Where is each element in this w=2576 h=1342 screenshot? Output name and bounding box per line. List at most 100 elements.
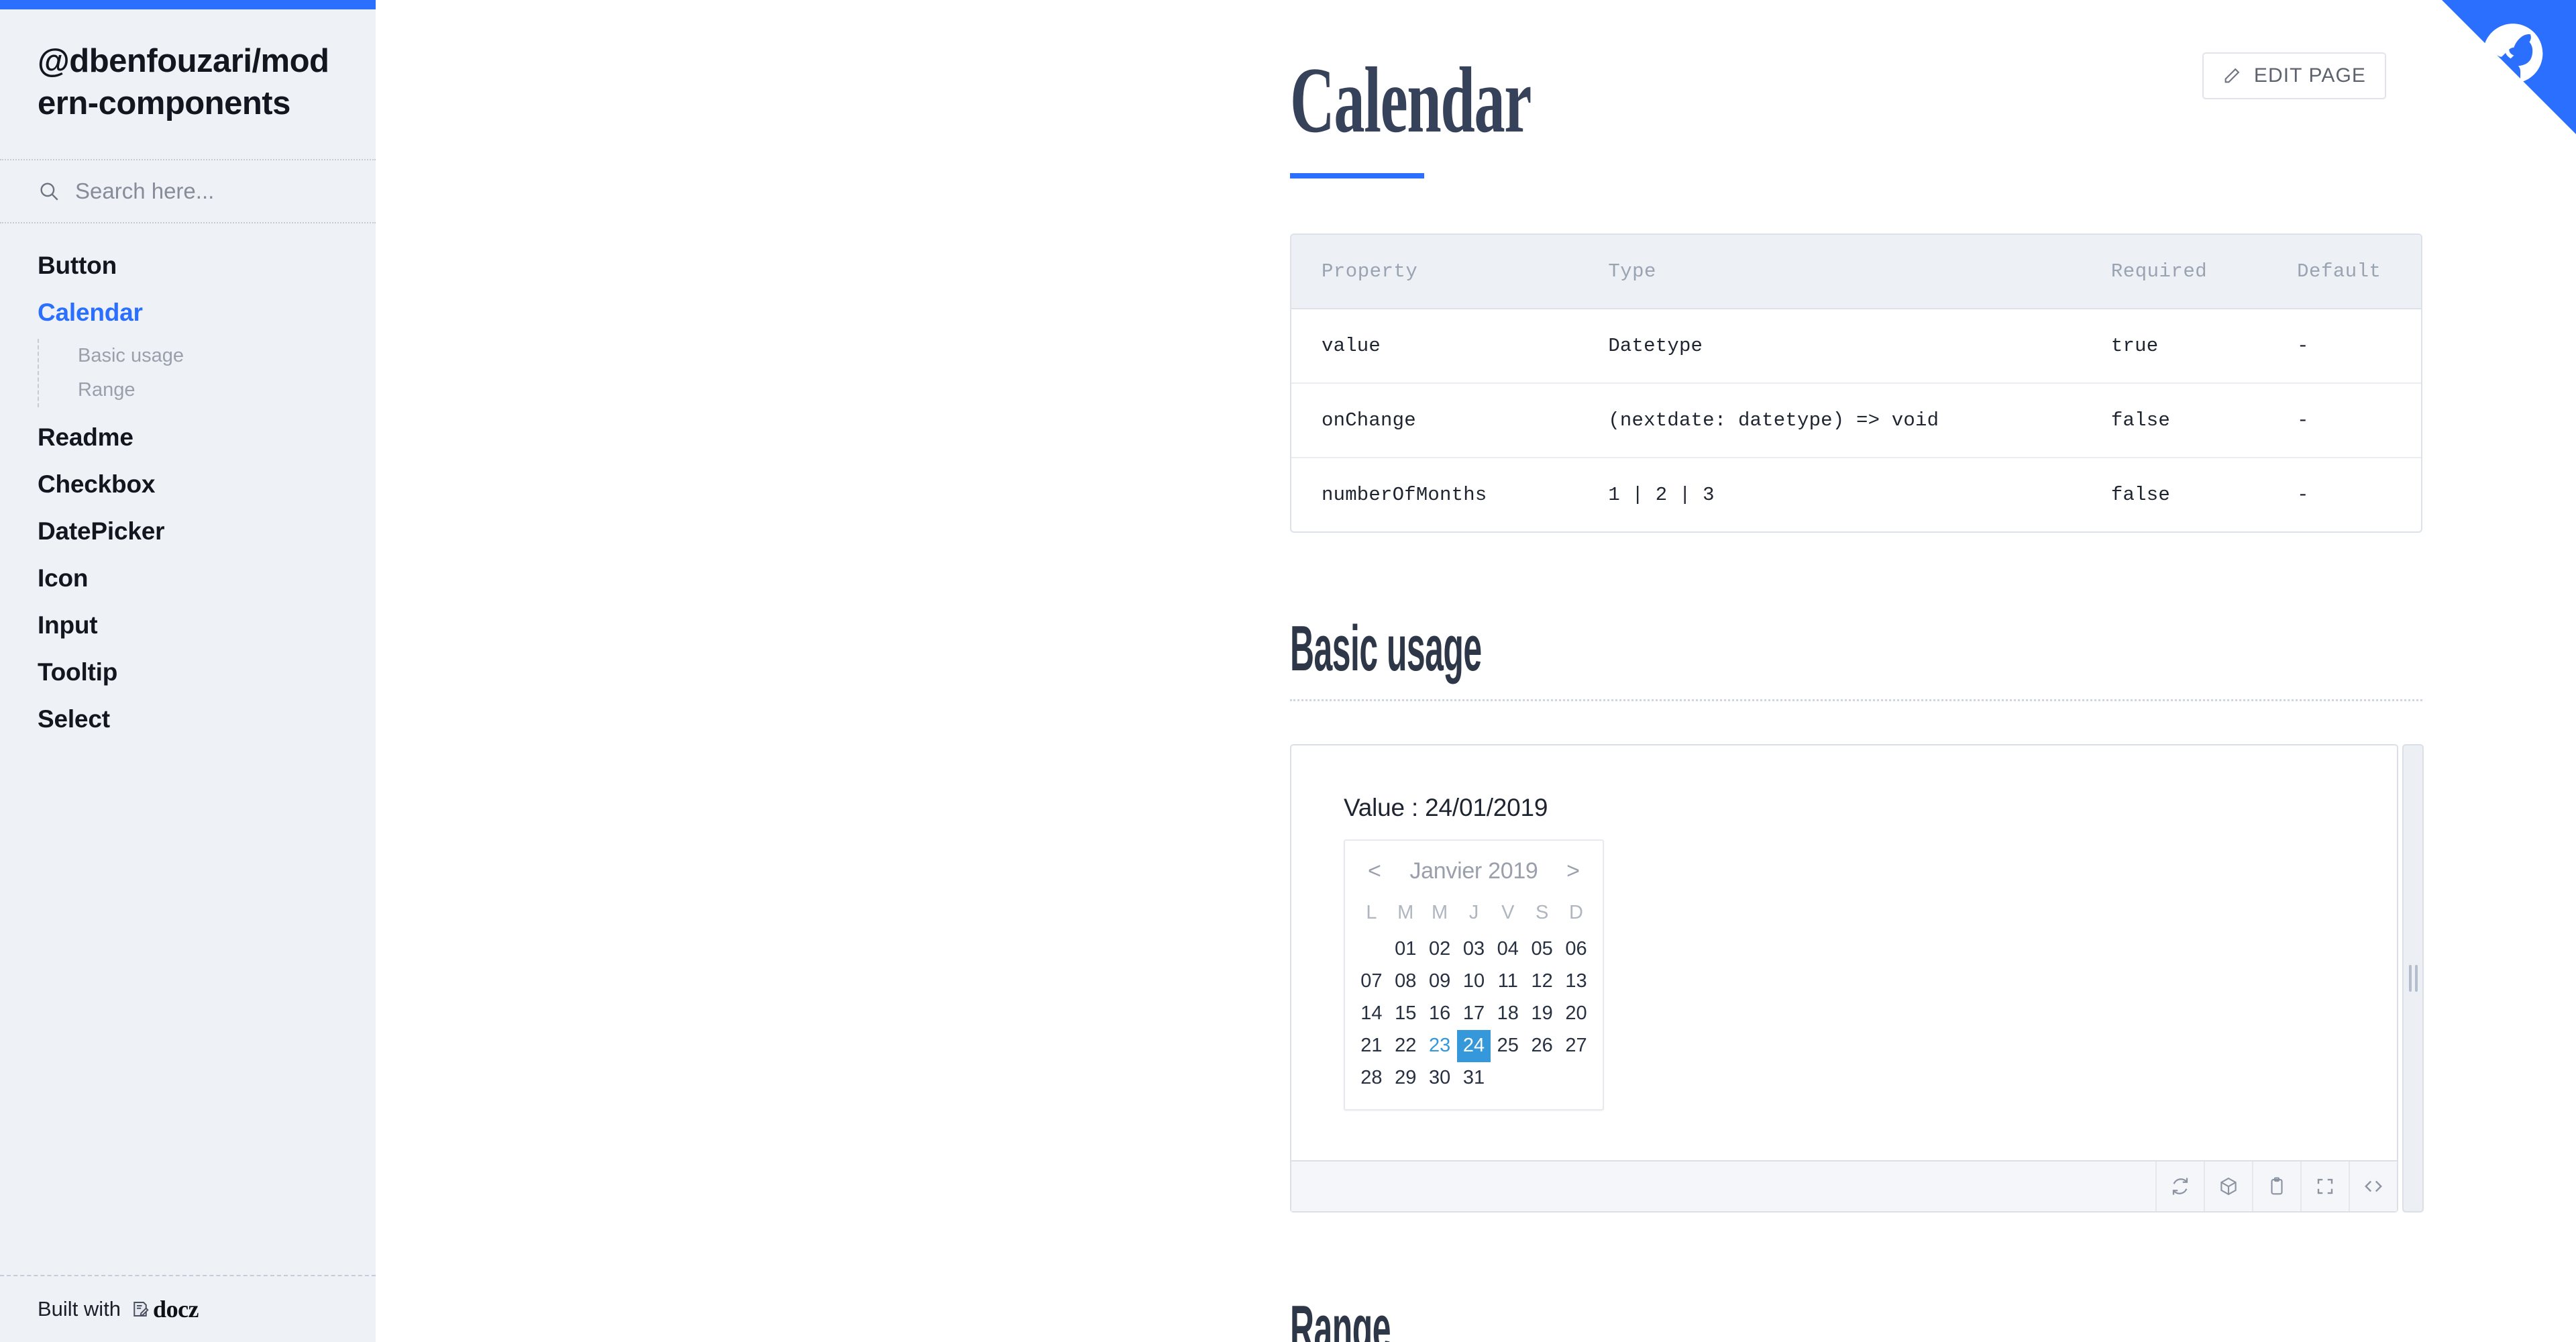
calendar-day[interactable]: 29 <box>1389 1062 1423 1094</box>
sidebar-subitem-range[interactable]: Range <box>78 373 376 407</box>
calendar-day[interactable]: 05 <box>1525 933 1559 966</box>
doc-body: Calendar Property Type Required Default … <box>376 0 2576 1342</box>
calendar-day[interactable]: 09 <box>1423 966 1457 998</box>
props-table: Property Type Required Default value Dat… <box>1290 234 2422 533</box>
column-header-type: Type <box>1608 235 2111 309</box>
project-title: @dbenfouzari/modern-components <box>38 43 329 121</box>
column-header-property: Property <box>1291 235 1609 309</box>
cell-required: false <box>2110 484 2170 506</box>
built-with-label: Built with <box>38 1297 121 1321</box>
calendar-day[interactable]: 10 <box>1457 966 1491 998</box>
calendar-month-label: Janvier 2019 <box>1409 858 1538 884</box>
sidebar-nav: Button Calendar Basic usage Range Readme… <box>0 223 376 1275</box>
section-title-basic-usage: Basic usage <box>1290 613 1482 684</box>
calendar-day[interactable]: 27 <box>1559 1030 1593 1062</box>
codesandbox-cube-icon[interactable] <box>2204 1161 2252 1211</box>
table-row: onChange (nextdate: datetype) => void fa… <box>1291 384 2421 458</box>
calendar-day-selected[interactable]: 24 <box>1456 1029 1491 1062</box>
calendar-weekday-row: L M M J V S D <box>1354 896 1593 933</box>
calendar-day[interactable]: 04 <box>1491 933 1525 966</box>
calendar-day[interactable]: 11 <box>1491 966 1525 998</box>
search-icon <box>38 180 60 203</box>
playground-preview: Value : 24/01/2019 < Janvier 2019 > L M … <box>1291 745 2397 1160</box>
sidebar-item-button[interactable]: Button <box>0 242 376 289</box>
calendar-day[interactable]: 03 <box>1457 933 1491 966</box>
calendar-day[interactable]: 08 <box>1389 966 1423 998</box>
sidebar-subitem-basic-usage[interactable]: Basic usage <box>78 339 376 373</box>
calendar-day[interactable]: 22 <box>1389 1030 1423 1062</box>
calendar-day-today[interactable]: 23 <box>1423 1030 1457 1062</box>
calendar-weekday-head: L M M J V S D <box>1354 896 1593 933</box>
calendar-day[interactable]: 30 <box>1423 1062 1457 1094</box>
calendar-week-row: 07 08 09 10 11 12 13 <box>1354 966 1593 998</box>
table-row: numberOfMonths 1 | 2 | 3 false - <box>1291 458 2421 531</box>
calendar-day[interactable]: 18 <box>1491 998 1525 1030</box>
calendar-day[interactable]: 31 <box>1457 1062 1491 1094</box>
calendar-day[interactable]: 17 <box>1457 998 1491 1030</box>
sidebar-item-input[interactable]: Input <box>0 602 376 649</box>
cell-type: (nextdate: datetype) => void <box>1608 384 2111 458</box>
section-title-range: Range <box>1290 1292 1391 1342</box>
sidebar-item-datepicker[interactable]: DatePicker <box>0 508 376 555</box>
cell-type: 1 | 2 | 3 <box>1608 484 1715 506</box>
calendar-day-empty <box>1354 933 1389 966</box>
calendar-header: < Janvier 2019 > <box>1354 853 1593 896</box>
calendar-prev-month-button[interactable]: < <box>1365 860 1384 882</box>
docz-documentation-page: @dbenfouzari/modern-components Button Ca… <box>0 0 2576 1342</box>
weekday-label: M <box>1432 901 1448 923</box>
sidebar-item-readme[interactable]: Readme <box>0 414 376 461</box>
page-title: Calendar <box>1290 48 1532 152</box>
weekday-label: S <box>1535 901 1549 923</box>
search-input[interactable] <box>75 178 338 205</box>
code-brackets-icon[interactable] <box>2349 1161 2397 1211</box>
search-container[interactable] <box>0 159 376 224</box>
calendar-day[interactable]: 01 <box>1389 933 1423 966</box>
calendar-next-month-button[interactable]: > <box>1564 860 1582 882</box>
weekday-label: L <box>1366 901 1377 923</box>
docz-logo[interactable]: docz <box>130 1295 199 1323</box>
maximize-icon[interactable] <box>2300 1161 2349 1211</box>
calendar-day[interactable]: 12 <box>1525 966 1559 998</box>
calendar-widget[interactable]: < Janvier 2019 > L M M J V S D 01 02 03 … <box>1344 839 1604 1111</box>
column-header-required: Required <box>2110 235 2298 309</box>
calendar-grid: L M M J V S D 01 02 03 04 05 06 07 08 09… <box>1354 896 1593 1094</box>
calendar-day[interactable]: 28 <box>1354 1062 1389 1094</box>
table-row: value Datetype true - <box>1291 309 2421 384</box>
calendar-day[interactable]: 21 <box>1354 1030 1389 1062</box>
cell-default: - <box>2297 309 2421 384</box>
cell-property: onChange <box>1291 384 1609 458</box>
calendar-day[interactable]: 25 <box>1491 1030 1525 1062</box>
calendar-day[interactable]: 16 <box>1423 998 1457 1030</box>
calendar-day-empty <box>1525 1062 1559 1094</box>
demo-value-label: Value : 24/01/2019 <box>1344 793 1548 821</box>
calendar-day[interactable]: 15 <box>1389 998 1423 1030</box>
calendar-day[interactable]: 26 <box>1525 1030 1559 1062</box>
cell-required: false <box>2110 384 2298 458</box>
github-corner-icon[interactable] <box>2442 0 2576 134</box>
calendar-day[interactable]: 07 <box>1354 966 1389 998</box>
calendar-day-empty <box>1559 1062 1593 1094</box>
sidebar-subnav-calendar: Basic usage Range <box>38 339 376 408</box>
calendar-day[interactable]: 02 <box>1423 933 1457 966</box>
calendar-week-row: 28 29 30 31 <box>1354 1062 1593 1094</box>
calendar-week-row: 21 22 23 24 25 26 27 <box>1354 1029 1593 1062</box>
calendar-day[interactable]: 19 <box>1525 998 1559 1030</box>
playground-resize-handle[interactable] <box>2402 743 2424 1212</box>
sidebar-item-checkbox[interactable]: Checkbox <box>0 461 376 508</box>
column-header-default: Default <box>2297 235 2421 309</box>
clipboard-icon[interactable] <box>2252 1161 2300 1211</box>
cell-type: Datetype <box>1608 309 2111 384</box>
resize-grip-bar <box>2414 964 2418 992</box>
calendar-day[interactable]: 14 <box>1354 998 1389 1030</box>
refresh-icon[interactable] <box>2155 1161 2204 1211</box>
sidebar-item-calendar[interactable]: Calendar <box>0 289 376 336</box>
sidebar-item-select[interactable]: Select <box>0 696 376 743</box>
section-divider <box>1290 699 2422 701</box>
sidebar-item-tooltip[interactable]: Tooltip <box>0 649 376 696</box>
calendar-day[interactable]: 20 <box>1559 998 1593 1030</box>
calendar-day[interactable]: 06 <box>1559 933 1593 966</box>
sidebar-item-icon[interactable]: Icon <box>0 555 376 602</box>
calendar-day[interactable]: 13 <box>1559 966 1593 998</box>
table-header-row: Property Type Required Default <box>1291 235 2421 309</box>
cell-required: true <box>2110 309 2298 384</box>
